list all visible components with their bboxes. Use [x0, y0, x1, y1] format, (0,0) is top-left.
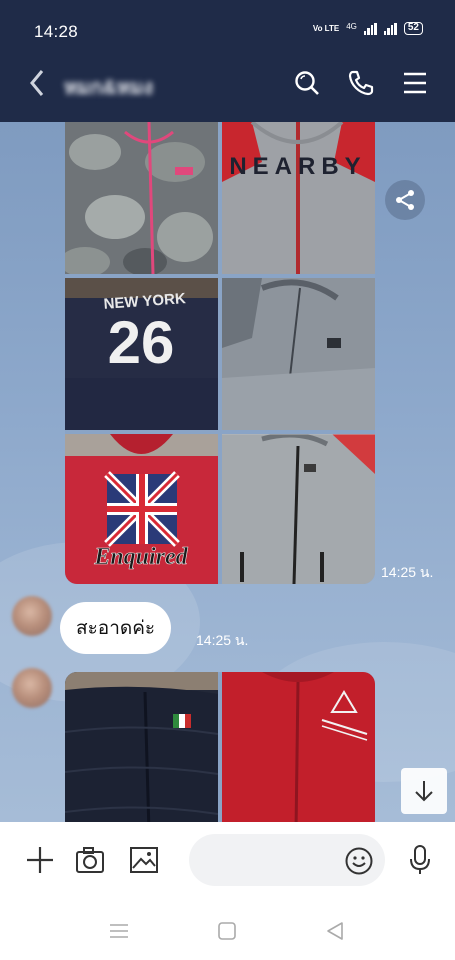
status-time: 14:28 [34, 22, 79, 41]
photo-nearby-jacket: NEARBY [222, 122, 375, 274]
photo-newyork-26-shirt: NEW YORK 26 [65, 278, 218, 430]
battery-icon: 52 [403, 22, 423, 35]
message-timestamp: 14:25 น. [196, 632, 249, 648]
photo-thumbnail[interactable]: NEARBY [222, 122, 375, 274]
voice-button[interactable] [402, 842, 438, 878]
photo-thumbnail[interactable] [222, 434, 375, 584]
status-bar: 14:28 Vo LTE 4G 52 [0, 0, 455, 44]
gallery-button[interactable] [126, 842, 162, 878]
emoji-icon [345, 847, 373, 875]
photo-thumbnail[interactable]: Enquired [65, 434, 218, 584]
photo-navy-puffer-jacket [65, 672, 218, 822]
scroll-to-bottom-button[interactable] [401, 768, 447, 814]
signal-icon [363, 22, 377, 35]
photo-thumbnail[interactable]: NEW YORK 26 [65, 278, 218, 430]
nav-back-button[interactable] [320, 917, 350, 945]
volte-icon: Vo LTE [312, 23, 340, 33]
avatar[interactable] [12, 596, 52, 636]
composer-bar [0, 822, 455, 902]
image-icon [130, 847, 158, 873]
nav-recents-button[interactable] [104, 917, 134, 945]
photo-grey-camo-jacket [65, 122, 218, 274]
photo-grid-message[interactable] [65, 672, 375, 822]
mic-icon [410, 845, 430, 874]
message-timestamp: 14:25 น. [381, 564, 434, 580]
photo-enquired-red-hoodie: Enquired [65, 434, 218, 584]
add-button[interactable] [22, 842, 58, 878]
message-text: สะอาดค่ะ [76, 618, 156, 639]
system-nav-bar [0, 902, 455, 960]
back-icon [30, 70, 44, 96]
signal-icon-2 [383, 22, 397, 35]
camera-button[interactable] [72, 842, 108, 878]
share-button[interactable] [385, 180, 425, 220]
search-button[interactable] [290, 66, 324, 100]
avatar[interactable] [12, 668, 52, 708]
call-button[interactable] [344, 66, 378, 100]
svg-text:NEARBY: NEARBY [229, 153, 366, 180]
photo-grid-message[interactable]: NEARBY NEW YORK 26 Enquired [65, 122, 375, 584]
photo-thumbnail[interactable] [222, 672, 375, 822]
triangle-back-icon [327, 922, 343, 940]
chat-header: หมก&หมง [0, 44, 455, 122]
network-type: 4G [346, 22, 357, 31]
menu-button[interactable] [398, 66, 432, 100]
back-button[interactable] [22, 66, 52, 100]
text-message-bubble[interactable]: สะอาดค่ะ [60, 602, 172, 654]
photo-thumbnail[interactable] [65, 672, 218, 822]
plus-icon [27, 847, 53, 873]
chat-title: หมก&หมง [64, 77, 154, 99]
emoji-button[interactable] [342, 844, 376, 878]
photo-thumbnail[interactable] [65, 122, 218, 274]
svg-text:26: 26 [108, 309, 175, 376]
phone-icon [348, 70, 374, 96]
nav-home-button[interactable] [212, 917, 242, 945]
square-icon [218, 922, 236, 940]
search-icon [295, 71, 319, 95]
photo-red-jacket [222, 672, 375, 822]
share-icon [396, 190, 414, 210]
chat-area[interactable]: NEARBY NEW YORK 26 Enquired 14:25 น. สะอ… [0, 122, 455, 822]
photo-grey-striped-jacket [222, 434, 375, 584]
arrow-down-icon [415, 781, 433, 802]
battery-level: 52 [407, 22, 419, 33]
menu-lines-icon [110, 924, 128, 938]
camera-icon [76, 847, 104, 873]
svg-text:Enquired: Enquired [93, 544, 188, 570]
menu-icon [404, 72, 426, 94]
photo-thumbnail[interactable] [222, 278, 375, 430]
photo-grey-zip-jacket [222, 278, 375, 430]
status-icons: Vo LTE 4G 52 [313, 22, 423, 35]
